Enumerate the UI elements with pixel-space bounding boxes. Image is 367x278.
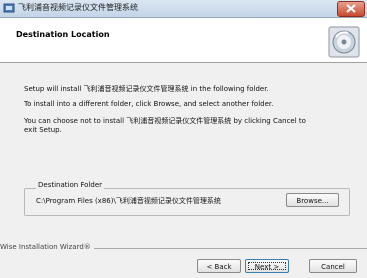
close-button[interactable]	[337, 1, 365, 17]
info-text-browse: To install into a different folder, clic…	[24, 100, 274, 108]
info-text-cancel-cont: exit Setup.	[24, 126, 62, 134]
back-button[interactable]: < Back	[197, 259, 241, 273]
browse-button[interactable]: Browse...	[286, 193, 339, 207]
wizard-brand-label: Wise Installation Wizard®	[0, 243, 94, 252]
window-title: 飞利浦音视频记录仪文件管理系统	[18, 3, 138, 12]
installer-window: 飞利浦音视频记录仪文件管理系统 Destination Location Set…	[0, 0, 367, 278]
focus-ring	[248, 262, 286, 270]
title-bar[interactable]: 飞利浦音视频记录仪文件管理系统	[0, 0, 367, 18]
destination-path: C:\Program Files (x86)\飞利浦音视频记录仪文件管理系统	[36, 197, 221, 205]
app-icon	[3, 3, 15, 13]
installer-cd-icon	[328, 26, 360, 58]
header-panel: Destination Location	[0, 18, 367, 63]
destination-folder-legend: Destination Folder	[36, 181, 105, 190]
info-text-install: Setup will install 飞利浦音视频记录仪文件管理系统 in th…	[24, 85, 269, 93]
close-icon	[346, 4, 356, 13]
info-text-cancel: You can choose not to install 飞利浦音视频记录仪文…	[24, 117, 306, 125]
page-title: Destination Location	[16, 30, 110, 39]
cancel-button[interactable]: Cancel	[309, 259, 357, 273]
next-button[interactable]: Next >	[245, 259, 289, 273]
